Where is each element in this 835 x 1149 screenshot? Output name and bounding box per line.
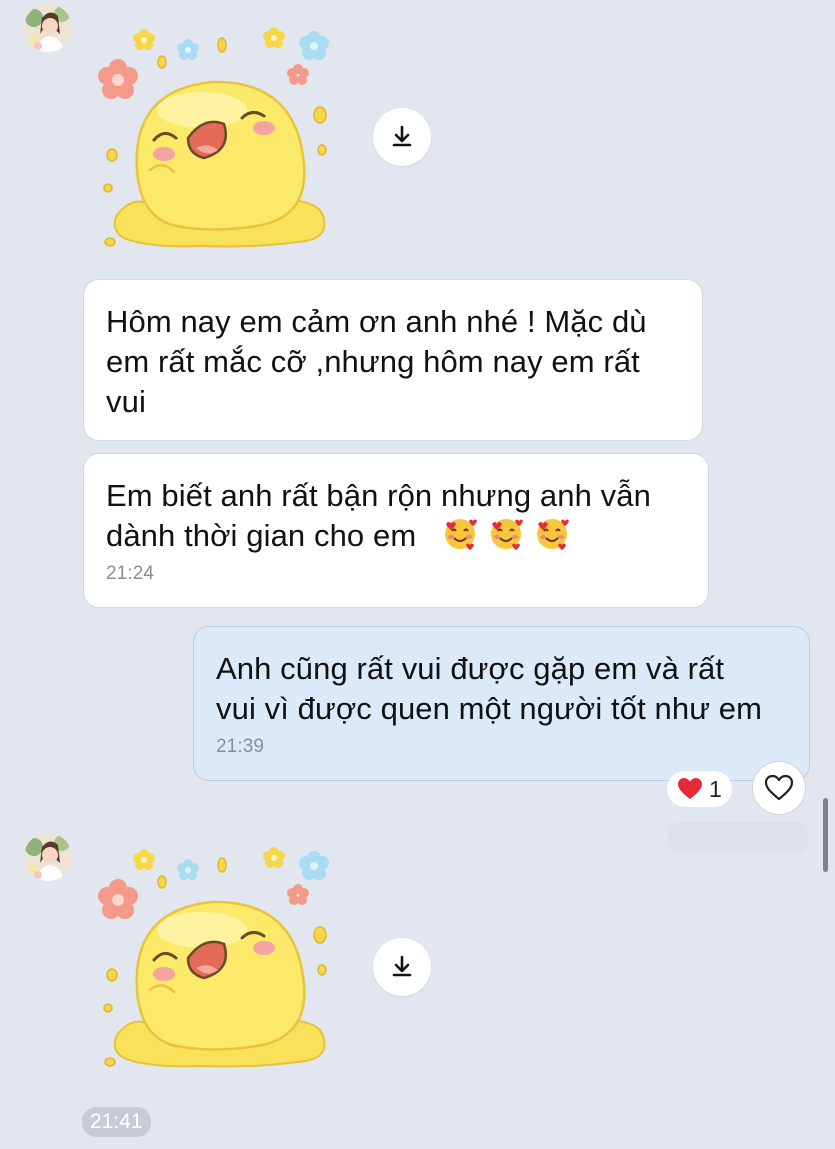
incoming-message-bubble[interactable]: Em biết anh rất bận rộn nhưng anh vẫn dà…	[83, 453, 709, 608]
message-line: Em biết anh rất bận rộn nhưng anh vẫn	[106, 478, 651, 513]
red-heart-icon	[677, 777, 703, 801]
message-text: dành thời gian cho em	[106, 518, 417, 553]
message-line-with-emoji: dành thời gian cho em	[106, 516, 686, 556]
heart-outline-icon	[764, 774, 794, 801]
message-timestamp: 21:24	[106, 563, 155, 584]
smiling-face-with-hearts-icon	[442, 516, 478, 552]
message-line: vui	[106, 384, 146, 419]
download-icon	[392, 955, 412, 977]
add-reaction-button[interactable]	[752, 761, 806, 815]
download-sticker-button[interactable]	[373, 938, 431, 996]
contact-avatar[interactable]	[24, 4, 72, 52]
message-line: Anh cũng rất vui được gặp em và rất	[216, 651, 725, 686]
message-line: em rất mắc cỡ ,nhưng hôm nay em rất	[106, 344, 640, 379]
smiling-face-with-hearts-icon	[534, 516, 570, 552]
outgoing-message-bubble[interactable]: Anh cũng rất vui được gặp em và rất vui …	[193, 626, 810, 781]
reaction-badge[interactable]: 1	[667, 771, 732, 807]
message-line: Hôm nay em cảm ơn anh nhé ! Mặc dù	[106, 304, 647, 339]
sticker-yellow-blob[interactable]	[92, 840, 332, 1090]
incoming-message-bubble[interactable]: Hôm nay em cảm ơn anh nhé ! Mặc dù em rấ…	[83, 279, 703, 441]
smiling-face-with-hearts-icon	[488, 516, 524, 552]
scrollbar[interactable]	[823, 798, 828, 872]
sticker-timestamp: 21:41	[82, 1107, 151, 1137]
download-icon	[392, 125, 412, 147]
reaction-shadow	[668, 822, 808, 852]
download-sticker-button[interactable]	[373, 108, 431, 166]
message-timestamp: 21:39	[216, 736, 265, 757]
message-line: vui vì được quen một người tốt như em	[216, 691, 763, 726]
contact-avatar[interactable]	[24, 833, 72, 881]
reaction-count: 1	[709, 775, 722, 802]
sticker-yellow-blob[interactable]	[92, 20, 332, 270]
